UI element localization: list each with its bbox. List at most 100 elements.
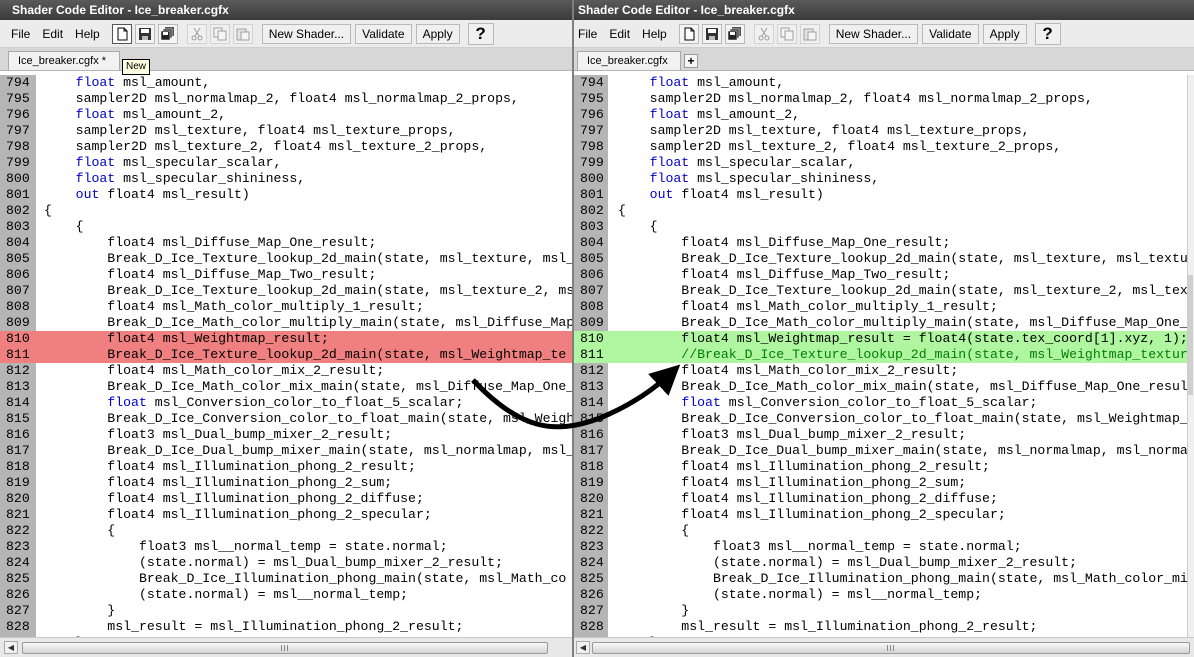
code-line[interactable]: 821 float4 msl_Illumination_phong_2_spec…: [574, 507, 1194, 523]
code-line[interactable]: 827 }: [574, 603, 1194, 619]
code-line[interactable]: 809 Break_D_Ice_Math_color_multiply_main…: [0, 315, 572, 331]
new-shader-button[interactable]: New Shader...: [261, 23, 352, 44]
save-button[interactable]: [701, 23, 722, 44]
horizontal-scrollbar[interactable]: ◀: [574, 637, 1194, 657]
code-line[interactable]: 813 Break_D_Ice_Math_color_mix_main(stat…: [0, 379, 572, 395]
code-editor[interactable]: 794 float msl_amount, 795 sampler2D msl_n…: [574, 75, 1194, 637]
code-line[interactable]: 811 Break_D_Ice_Texture_lookup_2d_main(s…: [0, 347, 572, 363]
tab-ice-breaker[interactable]: Ice_breaker.cgfx: [577, 51, 681, 70]
save-all-button[interactable]: [157, 23, 178, 44]
code-line[interactable]: 805 Break_D_Ice_Texture_lookup_2d_main(s…: [0, 251, 572, 267]
code-line[interactable]: 815 Break_D_Ice_Conversion_color_to_floa…: [574, 411, 1194, 427]
code-line[interactable]: 818 float4 msl_Illumination_phong_2_resu…: [574, 459, 1194, 475]
code-line[interactable]: 826 (state.normal) = msl__normal_temp;: [0, 587, 572, 603]
paste-button[interactable]: [799, 23, 820, 44]
apply-button[interactable]: Apply: [415, 23, 460, 44]
code-line[interactable]: 806 float4 msl_Diffuse_Map_Two_result;: [0, 267, 572, 283]
code-line[interactable]: 794 float msl_amount,: [574, 75, 1194, 91]
code-line[interactable]: 817 Break_D_Ice_Dual_bump_mixer_main(sta…: [0, 443, 572, 459]
code-line[interactable]: 816 float3 msl_Dual_bump_mixer_2_result;: [0, 427, 572, 443]
code-line[interactable]: 812 float4 msl_Math_color_mix_2_result;: [574, 363, 1194, 379]
code-line[interactable]: 827 }: [0, 603, 572, 619]
save-all-button[interactable]: [724, 23, 745, 44]
code-line[interactable]: 824 (state.normal) = msl_Dual_bump_mixer…: [0, 555, 572, 571]
code-line[interactable]: 802 {: [0, 203, 572, 219]
code-line[interactable]: 820 float4 msl_Illumination_phong_2_diff…: [574, 491, 1194, 507]
code-line[interactable]: 798 sampler2D msl_texture_2, float4 msl_…: [574, 139, 1194, 155]
code-line[interactable]: 800 float msl_specular_shininess,: [0, 171, 572, 187]
code-line[interactable]: 801 out float4 msl_result): [0, 187, 572, 203]
cut-button[interactable]: [753, 23, 774, 44]
code-line[interactable]: 816 float3 msl_Dual_bump_mixer_2_result;: [574, 427, 1194, 443]
new-file-button[interactable]: [111, 23, 132, 44]
code-line[interactable]: 803 {: [574, 219, 1194, 235]
code-line[interactable]: 807 Break_D_Ice_Texture_lookup_2d_main(s…: [574, 283, 1194, 299]
code-line[interactable]: 819 float4 msl_Illumination_phong_2_sum;: [0, 475, 572, 491]
menu-help[interactable]: Help: [69, 27, 106, 41]
code-line[interactable]: 806 float4 msl_Diffuse_Map_Two_result;: [574, 267, 1194, 283]
validate-button[interactable]: Validate: [355, 23, 412, 44]
scrollbar-thumb[interactable]: [22, 642, 548, 654]
copy-button[interactable]: [776, 23, 797, 44]
scroll-left-button[interactable]: ◀: [576, 641, 590, 654]
code-line[interactable]: 799 float msl_specular_scalar,: [0, 155, 572, 171]
code-line[interactable]: 824 (state.normal) = msl_Dual_bump_mixer…: [574, 555, 1194, 571]
validate-button[interactable]: Validate: [922, 23, 979, 44]
scrollbar-thumb[interactable]: [592, 642, 1190, 654]
code-line[interactable]: 828 msl_result = msl_Illumination_phong_…: [574, 619, 1194, 635]
code-line[interactable]: 817 Break_D_Ice_Dual_bump_mixer_main(sta…: [574, 443, 1194, 459]
menu-edit[interactable]: Edit: [36, 27, 69, 41]
code-line[interactable]: 808 float4 msl_Math_color_multiply_1_res…: [574, 299, 1194, 315]
cut-button[interactable]: [186, 23, 207, 44]
code-line[interactable]: 822 {: [574, 523, 1194, 539]
code-line[interactable]: 813 Break_D_Ice_Math_color_mix_main(stat…: [574, 379, 1194, 395]
code-line[interactable]: 826 (state.normal) = msl__normal_temp;: [574, 587, 1194, 603]
code-line[interactable]: 821 float4 msl_Illumination_phong_2_spec…: [0, 507, 572, 523]
code-editor[interactable]: 794 float msl_amount, 795 sampler2D msl_n…: [0, 75, 572, 637]
apply-button[interactable]: Apply: [982, 23, 1027, 44]
vertical-scrollbar-thumb[interactable]: [1188, 275, 1193, 395]
save-button[interactable]: [134, 23, 155, 44]
code-line[interactable]: 814 float msl_Conversion_color_to_float_…: [0, 395, 572, 411]
help-button[interactable]: ?: [467, 22, 494, 45]
code-line[interactable]: 804 float4 msl_Diffuse_Map_One_result;: [0, 235, 572, 251]
menu-file[interactable]: File: [574, 27, 603, 41]
code-line[interactable]: 810 float4 msl_Weightmap_result;: [0, 331, 572, 347]
help-button[interactable]: ?: [1034, 22, 1061, 45]
code-line[interactable]: 802 {: [574, 203, 1194, 219]
code-line[interactable]: 820 float4 msl_Illumination_phong_2_diff…: [0, 491, 572, 507]
code-line[interactable]: 828 msl_result = msl_Illumination_phong_…: [0, 619, 572, 635]
code-line[interactable]: 797 sampler2D msl_texture, float4 msl_te…: [574, 123, 1194, 139]
code-line[interactable]: 803 {: [0, 219, 572, 235]
code-line[interactable]: 799 float msl_specular_scalar,: [574, 155, 1194, 171]
paste-button[interactable]: [232, 23, 253, 44]
tab-ice-breaker-modified[interactable]: Ice_breaker.cgfx *: [8, 51, 120, 70]
code-line[interactable]: 822 {: [0, 523, 572, 539]
code-line[interactable]: 797 sampler2D msl_texture, float4 msl_te…: [0, 123, 572, 139]
menu-edit[interactable]: Edit: [603, 27, 636, 41]
code-line[interactable]: 825 Break_D_Ice_Illumination_phong_main(…: [574, 571, 1194, 587]
code-line[interactable]: 795 sampler2D msl_normalmap_2, float4 ms…: [574, 91, 1194, 107]
code-line[interactable]: 796 float msl_amount_2,: [574, 107, 1194, 123]
code-line[interactable]: 810 float4 msl_Weightmap_result = float4…: [574, 331, 1194, 347]
new-shader-button[interactable]: New Shader...: [828, 23, 919, 44]
code-line[interactable]: 823 float3 msl__normal_temp = state.norm…: [0, 539, 572, 555]
code-line[interactable]: 805 Break_D_Ice_Texture_lookup_2d_main(s…: [574, 251, 1194, 267]
code-line[interactable]: 807 Break_D_Ice_Texture_lookup_2d_main(s…: [0, 283, 572, 299]
code-line[interactable]: 800 float msl_specular_shininess,: [574, 171, 1194, 187]
code-line[interactable]: 798 sampler2D msl_texture_2, float4 msl_…: [0, 139, 572, 155]
horizontal-scrollbar[interactable]: ◀: [0, 637, 572, 657]
code-line[interactable]: 812 float4 msl_Math_color_mix_2_result;: [0, 363, 572, 379]
code-line[interactable]: 801 out float4 msl_result): [574, 187, 1194, 203]
code-line[interactable]: 808 float4 msl_Math_color_multiply_1_res…: [0, 299, 572, 315]
code-line[interactable]: 811 //Break_D_Ice_Texture_lookup_2d_main…: [574, 347, 1194, 363]
code-line[interactable]: 804 float4 msl_Diffuse_Map_One_result;: [574, 235, 1194, 251]
copy-button[interactable]: [209, 23, 230, 44]
code-line[interactable]: 819 float4 msl_Illumination_phong_2_sum;: [574, 475, 1194, 491]
code-line[interactable]: 795 sampler2D msl_normalmap_2, float4 ms…: [0, 91, 572, 107]
code-line[interactable]: 823 float3 msl__normal_temp = state.norm…: [574, 539, 1194, 555]
scroll-left-button[interactable]: ◀: [4, 641, 18, 654]
vertical-scrollbar[interactable]: [1187, 75, 1194, 637]
code-line[interactable]: 825 Break_D_Ice_Illumination_phong_main(…: [0, 571, 572, 587]
code-line[interactable]: 814 float msl_Conversion_color_to_float_…: [574, 395, 1194, 411]
